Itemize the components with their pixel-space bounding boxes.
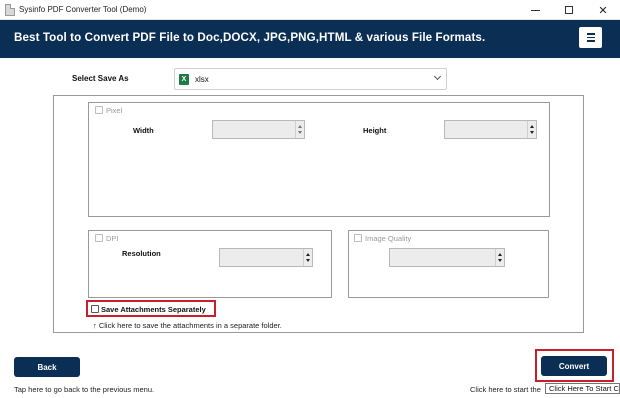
window-title: Sysinfo PDF Converter Tool (Demo): [19, 5, 147, 14]
minimize-icon: [530, 9, 540, 11]
spinner-down-icon: [298, 131, 302, 135]
convert-tooltip: Click Here To Start Con: [545, 383, 620, 394]
save-as-value: xlsx: [195, 75, 209, 84]
width-label: Width: [133, 126, 154, 135]
width-spinner[interactable]: [212, 120, 305, 139]
resolution-label: Resolution: [122, 249, 161, 258]
app-document-icon: [5, 4, 15, 16]
save-attachments-hint: ↑ Click here to save the attachments in …: [93, 321, 282, 330]
save-attachments-label[interactable]: Save Attachments Separately: [101, 305, 206, 314]
spinner-up-icon: [498, 252, 502, 256]
image-quality-checkbox[interactable]: [354, 234, 362, 242]
close-button[interactable]: ✕: [586, 0, 620, 20]
maximize-icon: [565, 6, 573, 14]
excel-icon: X: [179, 74, 189, 85]
save-as-dropdown[interactable]: X xlsx: [174, 68, 447, 90]
hamburger-icon-bar: [586, 40, 595, 42]
maximize-button[interactable]: [552, 0, 586, 20]
back-button[interactable]: Back: [14, 357, 80, 377]
hamburger-menu-button[interactable]: [579, 27, 602, 48]
image-quality-spinner-buttons[interactable]: [495, 249, 504, 266]
close-icon: ✕: [598, 4, 608, 17]
image-quality-checkbox-label: Image Quality: [365, 234, 412, 243]
pixel-checkbox[interactable]: [95, 106, 103, 114]
convert-button[interactable]: Convert: [541, 356, 607, 376]
spinner-down-icon: [498, 259, 502, 263]
dpi-checkbox-label: DPI: [106, 234, 119, 243]
header-banner: Best Tool to Convert PDF File to Doc,DOC…: [0, 20, 620, 58]
save-as-label: Select Save As: [72, 74, 129, 83]
title-bar: Sysinfo PDF Converter Tool (Demo) ✕: [0, 0, 620, 20]
save-attachments-checkbox[interactable]: [91, 305, 99, 313]
minimize-button[interactable]: [518, 0, 552, 20]
spinner-up-icon: [298, 124, 302, 128]
banner-headline: Best Tool to Convert PDF File to Doc,DOC…: [14, 31, 486, 44]
spinner-up-icon: [530, 124, 534, 128]
height-spinner[interactable]: [444, 120, 537, 139]
back-hint: Tap here to go back to the previous menu…: [14, 385, 155, 394]
convert-hint: Click here to start the: [470, 385, 541, 394]
chevron-down-icon: [433, 72, 442, 81]
width-spinner-buttons[interactable]: [295, 121, 304, 138]
hamburger-icon-bar: [586, 33, 595, 35]
height-label: Height: [363, 126, 387, 135]
image-quality-spinner[interactable]: [389, 248, 505, 267]
resolution-spinner[interactable]: [219, 248, 313, 267]
spinner-up-icon: [306, 252, 310, 256]
pixel-checkbox-label: Pixel: [106, 106, 123, 115]
resolution-spinner-buttons[interactable]: [303, 249, 312, 266]
height-spinner-buttons[interactable]: [527, 121, 536, 138]
hamburger-icon-bar: [586, 36, 595, 39]
spinner-down-icon: [530, 131, 534, 135]
dpi-checkbox[interactable]: [95, 234, 103, 242]
spinner-down-icon: [306, 259, 310, 263]
